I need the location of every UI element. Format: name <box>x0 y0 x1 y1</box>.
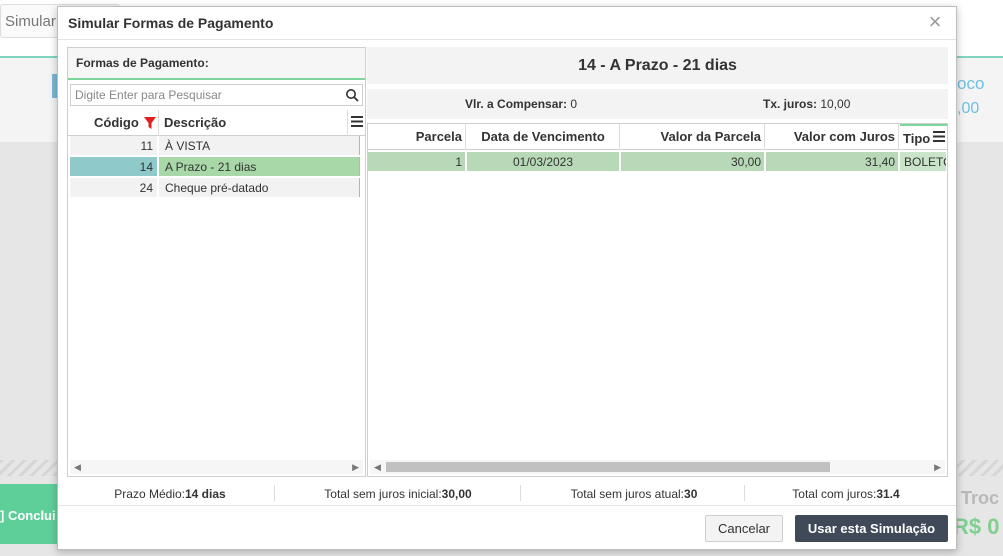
column-menu-icon[interactable] <box>351 116 363 127</box>
search-input[interactable] <box>71 85 341 105</box>
payment-method-row[interactable]: 14 A Prazo - 21 dias <box>70 157 360 176</box>
scroll-right-arrow-icon[interactable]: ▶ <box>934 462 941 473</box>
column-header-parcela[interactable]: Parcela <box>368 124 466 150</box>
summary-sem-juros-atual-value: 30 <box>684 487 698 501</box>
right-horizontal-scrollbar[interactable]: ◀ ▶ <box>370 460 945 474</box>
summary-sem-juros-atual-label: Total sem juros atual: <box>570 487 685 501</box>
column-menu-icon[interactable] <box>933 131 945 142</box>
scroll-left-arrow-icon[interactable]: ◀ <box>74 462 81 473</box>
payment-methods-header: Formas de Pagamento: <box>68 48 365 80</box>
installment-tipo: BOLETO <box>900 152 947 171</box>
installment-parcela: 1 <box>368 152 466 171</box>
column-header-codigo[interactable]: Código <box>68 110 159 136</box>
vlr-compensar-label: Vlr. a Compensar: <box>465 97 568 111</box>
scroll-left-arrow-icon[interactable]: ◀ <box>374 462 381 473</box>
background-troco-value: R$ 0 <box>953 514 1000 539</box>
summary-prazo-label: Prazo Médio: <box>114 487 185 501</box>
background-conclude-button[interactable]: ] Conclui <box>0 484 60 544</box>
totals-summary: Prazo Médio:14 dias Total sem juros inic… <box>58 483 956 505</box>
background-right-text-2: ,00 <box>957 100 980 117</box>
payment-simulation-modal: Simular Formas de Pagamento × Formas de … <box>57 6 957 550</box>
installments-grid-header: Parcela Data de Vencimento Valor da Parc… <box>368 124 947 150</box>
summary-com-juros-label: Total com juros: <box>792 487 877 501</box>
installment-valor-parcela: 30,00 <box>621 152 765 171</box>
summary-divider <box>274 485 275 501</box>
summary-divider <box>520 485 521 501</box>
summary-divider <box>744 485 745 501</box>
scrollbar-thumb[interactable] <box>386 462 830 472</box>
tx-juros-value: 10,00 <box>820 97 851 111</box>
vlr-compensar: Vlr. a Compensar: 0 <box>465 97 577 111</box>
background-troco-label: Troc <box>960 488 999 508</box>
installments-panel: 14 - A Prazo - 21 dias Vlr. a Compensar:… <box>367 47 948 477</box>
column-header-valor-parcela[interactable]: Valor da Parcela <box>621 124 765 150</box>
installment-data-vencimento: 01/03/2023 <box>467 152 620 171</box>
column-header-data-vencimento[interactable]: Data de Vencimento <box>467 124 620 150</box>
modal-header: Simular Formas de Pagamento × <box>58 7 956 40</box>
scroll-right-arrow-icon[interactable]: ▶ <box>352 462 359 473</box>
summary-com-juros-value: 31.4 <box>876 487 900 501</box>
vlr-compensar-value: 0 <box>570 97 578 111</box>
summary-total-com-juros: Total com juros:31.4 <box>776 487 916 501</box>
modal-title: Simular Formas de Pagamento <box>68 15 274 31</box>
summary-total-sem-juros-inicial: Total sem juros inicial:30,00 <box>308 487 488 501</box>
search-icon[interactable] <box>345 88 359 102</box>
search-box <box>70 84 363 106</box>
payment-methods-grid-header: Código Descrição <box>68 110 365 136</box>
summary-sem-juros-inicial-label: Total sem juros inicial: <box>324 487 442 501</box>
column-header-codigo-label: Código <box>94 115 139 130</box>
column-header-descricao[interactable]: Descrição <box>160 110 348 136</box>
installment-valor-juros: 31,40 <box>766 152 899 171</box>
installments-info-row: Vlr. a Compensar: 0 Tx. juros: 10,00 <box>367 89 948 119</box>
summary-total-sem-juros-atual: Total sem juros atual:30 <box>554 487 714 501</box>
installments-grid: Parcela Data de Vencimento Valor da Parc… <box>367 123 948 477</box>
tx-juros: Tx. juros: 10,00 <box>763 97 850 111</box>
payment-method-codigo: 14 <box>70 157 158 176</box>
summary-sem-juros-inicial-value: 30,00 <box>441 487 472 501</box>
filter-icon[interactable] <box>144 117 156 130</box>
tx-juros-label: Tx. juros: <box>763 97 818 111</box>
summary-prazo-medio: Prazo Médio:14 dias <box>108 487 232 501</box>
payment-method-row[interactable]: 11 À VISTA <box>70 136 360 155</box>
payment-method-descricao: À VISTA <box>159 136 360 155</box>
background-right-text-1: oco <box>957 74 985 93</box>
left-horizontal-scrollbar[interactable]: ◀ ▶ <box>70 460 363 474</box>
column-header-valor-juros[interactable]: Valor com Juros <box>766 124 899 150</box>
payment-method-codigo: 11 <box>70 136 158 155</box>
payment-method-codigo: 24 <box>70 178 158 197</box>
close-icon[interactable]: × <box>924 11 946 33</box>
footer-divider <box>58 505 956 506</box>
use-simulation-button[interactable]: Usar esta Simulação <box>795 515 948 542</box>
summary-prazo-value: 14 dias <box>185 487 226 501</box>
payment-method-descricao: A Prazo - 21 dias <box>159 157 360 176</box>
installment-row[interactable]: 101/03/202330,0031,40BOLETO <box>368 152 947 171</box>
selected-method-title: 14 - A Prazo - 21 dias <box>367 47 948 84</box>
payment-methods-panel: Formas de Pagamento: Código Descrição 1 <box>67 47 366 477</box>
payment-method-descricao: Cheque pré-datado <box>159 178 360 197</box>
cancel-button[interactable]: Cancelar <box>705 515 783 542</box>
payment-method-row[interactable]: 24 Cheque pré-datado <box>70 178 360 197</box>
